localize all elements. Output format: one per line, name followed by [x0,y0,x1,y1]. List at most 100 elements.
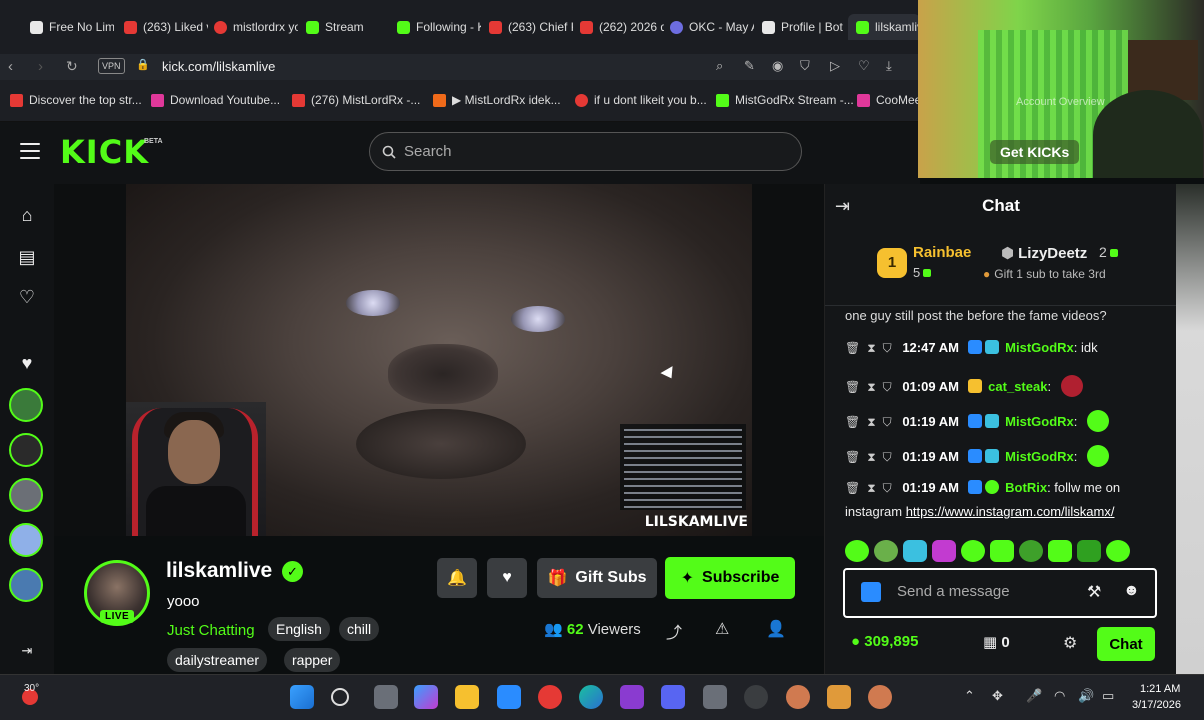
timeout-icon[interactable]: ⧗ [867,450,875,464]
ban-icon[interactable]: ⛉ [883,415,892,429]
clock-date[interactable]: 3/17/2026 [1132,699,1181,711]
chat-username[interactable]: MistGodRx [1005,414,1074,429]
app-icon[interactable] [497,685,521,709]
url-text[interactable]: kick.com/lilskamlive [162,59,275,74]
browser-tab-active[interactable]: lilskamlive Strea [848,14,920,40]
delete-icon[interactable]: 🗑 [845,415,860,429]
followed-channel-avatar[interactable] [9,568,43,602]
tag-rapper[interactable]: rapper [284,648,341,672]
timeout-icon[interactable]: ⧗ [867,380,875,394]
ban-icon[interactable]: ⛉ [883,380,892,394]
tray-chevron-icon[interactable]: ⌃ [964,688,975,704]
timeout-icon[interactable]: ⧗ [867,481,875,495]
browser-tab[interactable]: mistlordrx yo [214,14,298,40]
play-icon[interactable]: ▷ [830,58,840,74]
reload-icon[interactable]: ↻ [66,58,78,75]
camera-icon[interactable]: ◉ [772,58,783,74]
channel-points[interactable]: ● 309,895 [851,633,918,650]
emote-icon[interactable] [990,540,1014,562]
settings-gear-icon[interactable]: ⚙ [1063,633,1077,653]
bookmark[interactable]: ▶ MistLordRx idek... [433,93,561,107]
emote-icon[interactable] [1048,540,1072,562]
notification-button[interactable]: 🔔 [437,558,477,598]
heart-icon[interactable]: ♡ [858,58,870,74]
browser-tab[interactable]: Profile | Bot [762,14,844,40]
edge-icon[interactable] [579,685,603,709]
battery-icon[interactable]: ▭ [1102,688,1114,704]
timeout-icon[interactable]: ⧗ [867,341,875,355]
emote-icon[interactable] [932,540,956,562]
bookmark[interactable]: (276) MistLordRx -... [292,93,420,107]
chat-input-box[interactable]: ⚒ ☻ [843,568,1157,618]
gift-prompt[interactable]: ● Gift 1 sub to take 3rd [983,267,1106,281]
chat-username[interactable]: MistGodRx [1005,340,1074,355]
tag-chill[interactable]: chill [339,617,380,641]
back-icon[interactable]: ‹ [8,58,13,75]
get-kicks-button[interactable]: Get KICKs [990,140,1080,164]
bookmark[interactable]: Download Youtube... [151,93,280,107]
gift-subs-button[interactable]: 🎁 Gift Subs [537,558,657,598]
chat-message-input[interactable] [897,583,1067,600]
discord-icon[interactable] [661,685,685,709]
browser-tab[interactable]: (263) Liked v [124,14,208,40]
timeout-icon[interactable]: ⧗ [867,415,875,429]
emote-icon[interactable] [845,540,869,562]
game-icon[interactable] [786,685,810,709]
send-chat-button[interactable]: Chat [1097,627,1155,661]
edit-icon[interactable]: ✎ [744,58,755,74]
clock-time[interactable]: 1:21 AM [1140,683,1180,695]
delete-icon[interactable]: 🗑 [845,450,860,464]
leaderboard-second-name[interactable]: ⬢ LizyDeetz [1001,244,1087,262]
tray-app-icon[interactable]: ✥ [992,688,1003,704]
chat-username[interactable]: cat_steak [988,379,1047,394]
followed-channel-avatar[interactable] [9,523,43,557]
game-icon[interactable] [868,685,892,709]
menu-icon[interactable] [20,143,40,159]
browser-tab[interactable]: OKC - May A [670,14,754,40]
delete-icon[interactable]: 🗑 [845,380,860,394]
copilot-icon[interactable] [414,685,438,709]
emote-icon[interactable] [1106,540,1130,562]
search-icon[interactable] [331,688,349,706]
download-icon[interactable]: ⤓ [886,58,892,74]
wifi-icon[interactable]: ◠ [1054,688,1065,704]
delete-icon[interactable]: 🗑 [845,341,860,355]
following-heart-icon[interactable]: ♡ [16,286,38,308]
microphone-icon[interactable]: 🎤 [1026,688,1042,704]
share-icon[interactable]: ⤴ [666,619,682,643]
shield-icon[interactable]: ⛉ [800,58,810,74]
followed-channel-avatar[interactable] [9,433,43,467]
home-icon[interactable]: ⌂ [16,204,38,226]
chat-username[interactable]: BotRix [1005,480,1047,495]
user-options-icon[interactable]: 👤 [766,619,786,639]
chat-username[interactable]: MistGodRx [1005,449,1074,464]
emote-icon[interactable] [961,540,985,562]
kick-logo[interactable]: KICK [60,133,149,171]
emote-icon[interactable] [874,540,898,562]
report-icon[interactable]: ⚠ [715,619,729,639]
zoom-icon[interactable]: ⌕ [716,58,723,74]
ban-icon[interactable]: ⛉ [883,341,892,355]
speaker-icon[interactable]: 🔊 [1078,688,1094,704]
task-view-icon[interactable] [374,685,398,709]
emote-icon[interactable] [1019,540,1043,562]
browser-tab[interactable]: Stream [306,14,388,40]
bookmark[interactable]: if u dont likeit you b... [575,93,707,107]
search-input[interactable] [404,143,764,160]
emote-icon[interactable] [1077,540,1101,562]
search-bar[interactable] [369,132,802,171]
expand-sidebar-icon[interactable]: ⇥ [16,640,38,662]
opera-icon[interactable] [538,685,562,709]
emote-picker-icon[interactable] [861,582,881,602]
tag-dailystreamer[interactable]: dailystreamer [167,648,268,672]
file-explorer-icon[interactable] [455,685,479,709]
browser-tab[interactable]: (263) Chief K [489,14,573,40]
vpn-badge[interactable]: VPN [98,58,125,74]
browser-tab[interactable]: Following - K [397,14,481,40]
reward-boxes[interactable]: ▦ 0 [983,633,1010,651]
game-icon[interactable] [827,685,851,709]
forward-icon[interactable]: › [38,58,43,75]
video-player[interactable]: LILSKAMLIVE [126,184,752,536]
category-link[interactable]: Just Chatting [167,622,255,639]
followed-channel-avatar[interactable] [9,388,43,422]
